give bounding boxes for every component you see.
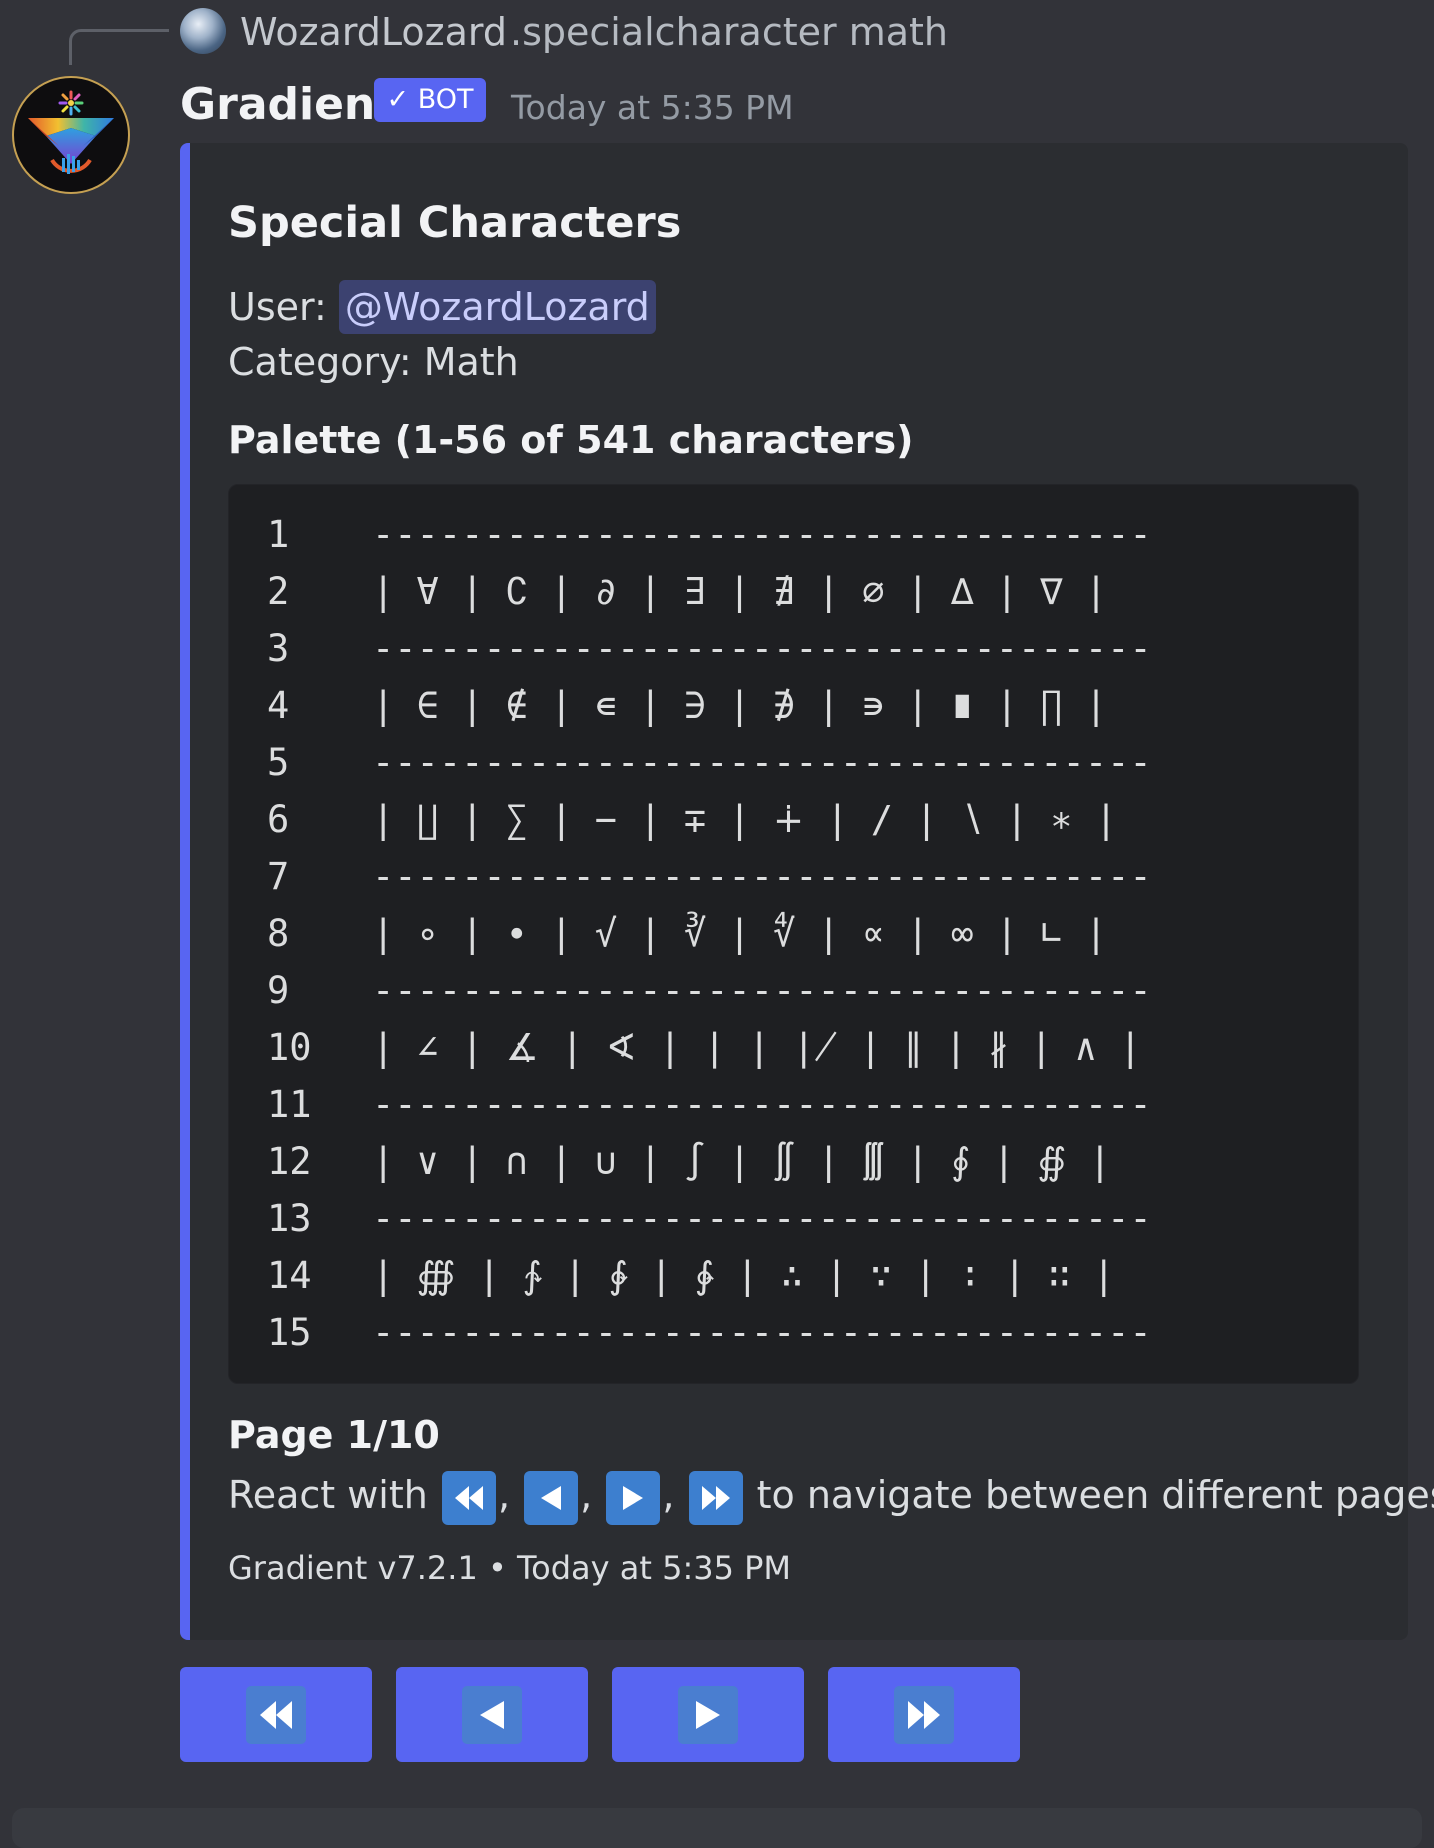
reply-user-avatar[interactable] [180,8,226,54]
code-line: 5 ----------------------------------- [267,735,1347,791]
next-icon [678,1686,738,1744]
previous-page-button[interactable] [396,1667,588,1762]
code-line-number: 2 [267,570,290,613]
code-line: 10 | ∠ | ∡ | ∢ | ∣ | ∤ | ∥ | ∦ | ∧ | [267,1020,1347,1076]
code-line: 8 | ∘ | ∙ | √ | ∛ | ∜ | ∝ | ∞ | ∟ | [267,906,1347,962]
code-line-number: 11 [267,1083,312,1126]
code-line-number: 10 [267,1026,312,1069]
fast-forward-icon [894,1686,954,1744]
fast-backward-button[interactable] [180,1667,372,1762]
code-line-text: ----------------------------------- [372,627,1152,670]
fast-forward-emoji-icon [688,1470,743,1525]
react-prefix: React with [228,1473,428,1517]
reply-command-text[interactable]: .specialcharacter math [510,8,948,56]
embed-user-field: User: @WozardLozard [228,280,656,334]
user-field-label: User: [228,285,339,329]
code-line: 13 ----------------------------------- [267,1191,1347,1247]
react-separator: , [662,1473,675,1517]
reply-connector-line [69,29,169,65]
code-line-text: ----------------------------------- [372,741,1152,784]
category-value: Math [423,340,519,384]
code-line-number: 8 [267,912,290,955]
code-line: 3 ----------------------------------- [267,621,1347,677]
code-line-number: 4 [267,684,290,727]
code-line-text: | ∐ | ∑ | − | ∓ | ∔ | ∕ | ∖ | ∗ | [372,798,1118,841]
code-line: 12 | ∨ | ∩ | ∪ | ∫ | ∬ | ∭ | ∮ | ∯ | [267,1134,1347,1190]
code-line-number: 14 [267,1254,312,1297]
code-line-number: 12 [267,1140,312,1183]
code-line-number: 3 [267,627,290,670]
code-line: 6 | ∐ | ∑ | − | ∓ | ∔ | ∕ | ∖ | ∗ | [267,792,1347,848]
code-line: 2 | ∀ | ∁ | ∂ | ∃ | ∄ | ∅ | ∆ | ∇ | [267,564,1347,620]
code-line: 4 | ∈ | ∉ | ∊ | ∋ | ∌ | ∍ | ∎ | ∏ | [267,678,1347,734]
code-line-number: 7 [267,855,290,898]
embed-footer: Gradient v7.2.1 • Today at 5:35 PM [228,1549,792,1587]
message-input-bar[interactable] [12,1808,1422,1848]
reply-username[interactable]: WozardLozard [240,8,507,56]
fast-backward-emoji-icon [441,1470,496,1525]
code-line-number: 6 [267,798,290,841]
code-line-text: ----------------------------------- [372,855,1152,898]
code-line-text: ----------------------------------- [372,1197,1152,1240]
code-line-text: | ∰ | ∱ | ∲ | ∳ | ∴ | ∵ | ∶ | ∷ | [372,1254,1115,1297]
code-line: 11 ----------------------------------- [267,1077,1347,1133]
next-page-button[interactable] [612,1667,804,1762]
bot-tag-badge: ✓ BOT [374,78,486,122]
code-line: 7 ----------------------------------- [267,849,1347,905]
react-separator: , [580,1473,593,1517]
code-line-text: ----------------------------------- [372,1311,1152,1354]
user-mention[interactable]: @WozardLozard [338,280,656,334]
code-line-text: ----------------------------------- [372,513,1152,556]
previous-emoji-icon [524,1470,579,1525]
code-line: 15 ----------------------------------- [267,1305,1347,1361]
previous-icon [462,1686,522,1744]
embed-title: Special Characters [228,198,682,248]
bot-avatar[interactable] [12,76,130,194]
code-line-number: 9 [267,969,290,1012]
code-line: 14 | ∰ | ∱ | ∲ | ∳ | ∴ | ∵ | ∶ | ∷ | [267,1248,1347,1304]
code-line-text: | ∠ | ∡ | ∢ | ∣ | ∤ | ∥ | ∦ | ∧ | [372,1026,1142,1069]
code-line-number: 13 [267,1197,312,1240]
bot-author-name[interactable]: Gradient [180,80,396,130]
react-separator: , [497,1473,511,1517]
palette-code-block: 1 ----------------------------------- 2 … [228,484,1359,1384]
code-line-number: 5 [267,741,290,784]
gradient-logo-icon [28,90,114,174]
react-instructions: React with , , , to navigate between dif… [228,1468,1434,1525]
code-line-text: ----------------------------------- [372,1083,1152,1126]
code-line: 1 ----------------------------------- [267,507,1347,563]
page-indicator: Page 1/10 [228,1413,440,1457]
category-field-label: Category: [228,340,424,384]
fast-forward-button[interactable] [828,1667,1020,1762]
react-suffix: to navigate between different pages. [756,1473,1434,1517]
message-timestamp[interactable]: Today at 5:35 PM [511,86,794,130]
fast-backward-icon [246,1686,306,1744]
code-line-number: 1 [267,513,290,556]
code-line-text: ----------------------------------- [372,969,1152,1012]
code-line-number: 15 [267,1311,312,1354]
code-line-text: | ∈ | ∉ | ∊ | ∋ | ∌ | ∍ | ∎ | ∏ | [372,684,1108,727]
embed-category-field: Category: Math [228,337,519,387]
code-line: 9 ----------------------------------- [267,963,1347,1019]
code-line-text: | ∀ | ∁ | ∂ | ∃ | ∄ | ∅ | ∆ | ∇ | [372,570,1108,613]
code-line-text: | ∘ | ∙ | √ | ∛ | ∜ | ∝ | ∞ | ∟ | [372,912,1108,955]
code-line-text: | ∨ | ∩ | ∪ | ∫ | ∬ | ∭ | ∮ | ∯ | [372,1140,1112,1183]
next-emoji-icon [606,1470,661,1525]
palette-title: Palette (1-56 of 541 characters) [228,418,914,462]
